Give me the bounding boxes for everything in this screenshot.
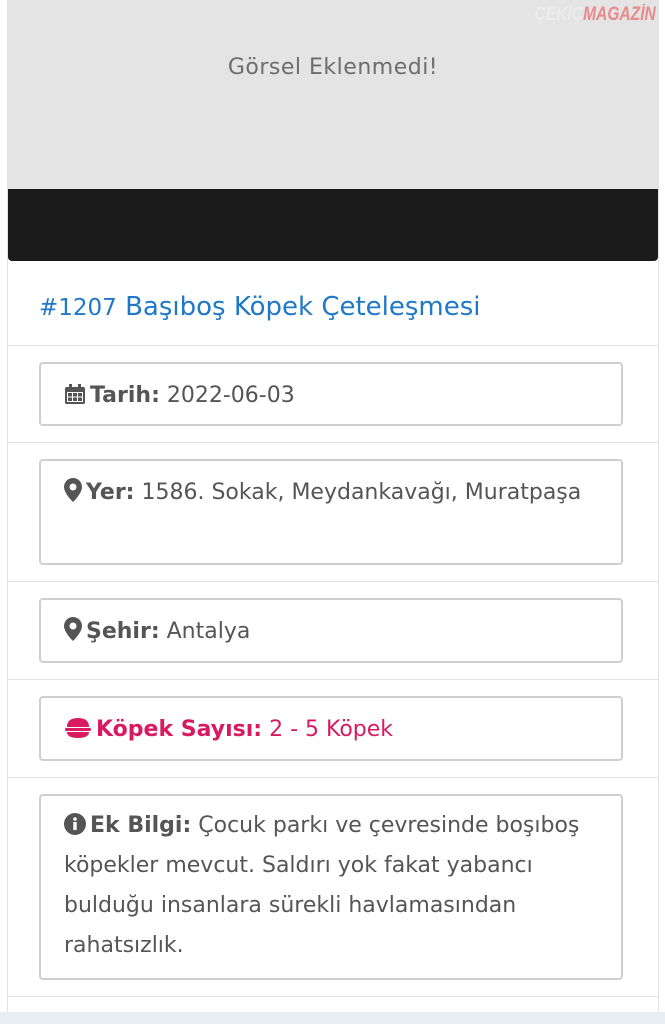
dog-count-field: Köpek Sayısı: 2 - 5 Köpek — [39, 696, 623, 761]
info-circle-icon — [64, 813, 86, 835]
title-section: #1207 Başıboş Köpek Çeteleşmesi — [8, 262, 658, 346]
extra-info-label: Ek Bilgi: — [90, 813, 192, 838]
watermark-logo: ÇEKİÇMAGAZİN — [534, 4, 656, 25]
image-placeholder: Görsel Eklenmedi! ÇEKİÇMAGAZİN — [8, 0, 658, 190]
place-field: Yer: 1586. Sokak, Meydankavağı, Muratpaş… — [39, 459, 623, 565]
map-marker-icon — [64, 617, 82, 641]
place-value: 1586. Sokak, Meydankavağı, Muratpaşa — [141, 480, 582, 505]
city-value: Antalya — [166, 619, 251, 644]
report-number: #1207 — [39, 295, 117, 321]
bottom-strip — [0, 1012, 665, 1024]
date-field: Tarih: 2022-06-03 — [39, 362, 623, 426]
report-title: Başıboş Köpek Çeteleşmesi — [125, 292, 481, 322]
extra-info-section: Ek Bilgi: Çocuk parkı ve çevresinde boşı… — [8, 778, 658, 997]
dog-count-value: 2 - 5 Köpek — [269, 717, 394, 742]
dog-count-section: Köpek Sayısı: 2 - 5 Köpek — [8, 680, 658, 778]
city-section: Şehir: Antalya — [8, 582, 658, 680]
date-value: 2022-06-03 — [166, 383, 295, 408]
report-card: Görsel Eklenmedi! ÇEKİÇMAGAZİN #1207 Baş… — [7, 0, 659, 1024]
no-image-text: Görsel Eklenmedi! — [227, 55, 439, 80]
image-caption-bar — [8, 189, 658, 261]
place-label: Yer: — [86, 480, 135, 505]
city-label: Şehir: — [86, 619, 160, 644]
report-title-link[interactable]: #1207 Başıboş Köpek Çeteleşmesi — [39, 292, 481, 322]
map-marker-icon — [64, 478, 82, 502]
dog-bowl-icon — [65, 718, 91, 738]
calendar-icon — [65, 384, 85, 404]
date-section: Tarih: 2022-06-03 — [8, 346, 658, 443]
dog-count-label: Köpek Sayısı: — [96, 717, 263, 742]
city-field: Şehir: Antalya — [39, 598, 623, 663]
extra-info-field: Ek Bilgi: Çocuk parkı ve çevresinde boşı… — [39, 794, 623, 980]
place-section: Yer: 1586. Sokak, Meydankavağı, Muratpaş… — [8, 443, 658, 582]
date-label: Tarih: — [90, 383, 160, 408]
